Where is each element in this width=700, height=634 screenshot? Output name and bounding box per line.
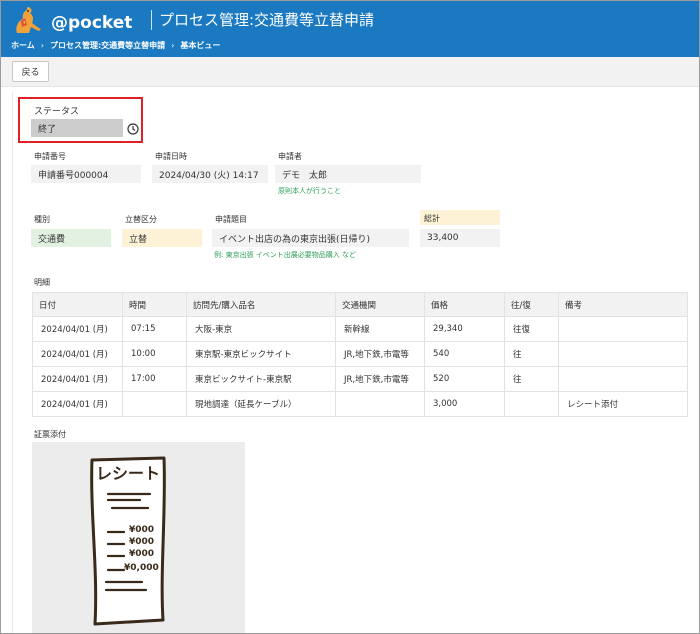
app-logo[interactable]: @pocket <box>11 5 132 37</box>
cell-transport: JR,地下鉄,市電等 <box>335 341 425 367</box>
receipt-attachment[interactable]: レシート ¥000 ¥000 ¥000 ¥0,000 <box>32 442 245 633</box>
cell-date: 2024/04/01 (月) <box>32 366 123 392</box>
cell-time: 17:00 <box>122 366 187 392</box>
cell-time <box>122 391 187 417</box>
column-header-transport: 交通機関 <box>335 292 425 317</box>
category-label: 立替区分 <box>125 215 157 224</box>
subject-hint: 例: 東京出張 イベント出展必要物品購入 など <box>214 251 357 259</box>
cell-price: 520 <box>424 366 505 392</box>
cell-destination: 東京ビックサイト-東京駅 <box>186 366 336 392</box>
cell-price: 3,000 <box>424 391 505 417</box>
app-window: @pocket プロセス管理:交通費等立替申請 ホーム › プロセス管理:交通費… <box>0 0 700 634</box>
cell-time: 10:00 <box>122 341 187 367</box>
cell-date: 2024/04/01 (月) <box>32 316 123 342</box>
attachment-label: 証票添付 <box>34 430 66 439</box>
app-header: @pocket プロセス管理:交通費等立替申請 ホーム › プロセス管理:交通費… <box>1 1 699 57</box>
cell-destination: 現地調達（延長ケーブル） <box>186 391 336 417</box>
receipt-title: レシート <box>96 464 161 483</box>
request-number-label: 申請番号 <box>34 152 66 161</box>
breadcrumb-separator: › <box>40 41 44 50</box>
table-row: 2024/04/01 (月) 07:15 大阪-東京 新幹線 29,340 往復 <box>32 316 688 342</box>
meisai-table: 日付 時間 訪問先/購入品名 交通機関 価格 往/復 備考 2024/04/01… <box>32 292 688 417</box>
breadcrumb-process[interactable]: プロセス管理:交通費等立替申請 <box>50 40 165 51</box>
toolbar: 戻る <box>1 57 699 87</box>
status-label: ステータス <box>34 107 80 117</box>
column-header-trip: 往/復 <box>504 292 559 317</box>
type-label: 種別 <box>34 215 50 224</box>
meisai-title: 明細 <box>34 278 50 287</box>
cell-price: 29,340 <box>424 316 505 342</box>
applicant-hint: 原則本人が行うこと <box>278 187 341 195</box>
request-number-field: 申請番号000004 <box>31 165 141 183</box>
total-field: 33,400 <box>420 229 500 247</box>
total-label: 総計 <box>420 210 500 225</box>
breadcrumb: ホーム › プロセス管理:交通費等立替申請 › 基本ビュー <box>11 40 220 51</box>
receipt-amount: ¥000 <box>129 537 155 547</box>
logo-text: @pocket <box>51 13 133 33</box>
kangaroo-logo-icon <box>16 6 41 33</box>
page-title: プロセス管理:交通費等立替申請 <box>159 11 375 29</box>
cell-trip <box>504 391 559 417</box>
breadcrumb-separator: › <box>171 41 175 50</box>
type-field: 交通費 <box>31 229 111 247</box>
cell-price: 540 <box>424 341 505 367</box>
cell-destination: 東京駅-東京ビックサイト <box>186 341 336 367</box>
receipt-amount: ¥000 <box>129 525 155 535</box>
cell-transport: JR,地下鉄,市電等 <box>335 366 425 392</box>
receipt-total: ¥0,000 <box>124 563 159 573</box>
cell-notes <box>558 316 688 342</box>
cell-notes <box>558 366 688 392</box>
column-header-price: 価格 <box>424 292 505 317</box>
request-date-field: 2024/04/30 (火) 14:17 <box>152 165 268 183</box>
table-header-row: 日付 時間 訪問先/購入品名 交通機関 価格 往/復 備考 <box>32 292 688 317</box>
category-field: 立替 <box>122 229 202 247</box>
clock-icon[interactable] <box>127 123 139 135</box>
cell-notes: レシート添付 <box>558 391 688 417</box>
cell-trip: 往復 <box>504 316 559 342</box>
cell-trip: 往 <box>504 341 559 367</box>
column-header-destination: 訪問先/購入品名 <box>186 292 336 317</box>
cell-notes <box>558 341 688 367</box>
status-field: 終了 <box>31 119 123 137</box>
subject-field: イベント出店の為の東京出張(日帰り) <box>212 229 409 247</box>
column-header-time: 時間 <box>122 292 187 317</box>
applicant-label: 申請者 <box>278 152 302 161</box>
subject-label: 申請題目 <box>215 215 247 224</box>
cell-transport <box>335 391 425 417</box>
header-divider <box>151 10 152 30</box>
table-row: 2024/04/01 (月) 10:00 東京駅-東京ビックサイト JR,地下鉄… <box>32 341 688 367</box>
receipt-amount: ¥000 <box>129 549 155 559</box>
applicant-field: デモ 太郎 <box>275 165 421 183</box>
request-date-label: 申請日時 <box>155 152 187 161</box>
cell-time: 07:15 <box>122 316 187 342</box>
table-row: 2024/04/01 (月) 現地調達（延長ケーブル） 3,000 レシート添付 <box>32 391 688 417</box>
breadcrumb-view: 基本ビュー <box>180 41 221 50</box>
column-header-notes: 備考 <box>558 292 688 317</box>
cell-date: 2024/04/01 (月) <box>32 391 123 417</box>
cell-transport: 新幹線 <box>335 316 425 342</box>
cell-destination: 大阪-東京 <box>186 316 336 342</box>
table-row: 2024/04/01 (月) 17:00 東京ビックサイト-東京駅 JR,地下鉄… <box>32 366 688 392</box>
column-header-date: 日付 <box>32 292 123 317</box>
cell-trip: 往 <box>504 366 559 392</box>
breadcrumb-home[interactable]: ホーム <box>11 40 35 51</box>
cell-date: 2024/04/01 (月) <box>32 341 123 367</box>
back-button[interactable]: 戻る <box>12 61 49 82</box>
